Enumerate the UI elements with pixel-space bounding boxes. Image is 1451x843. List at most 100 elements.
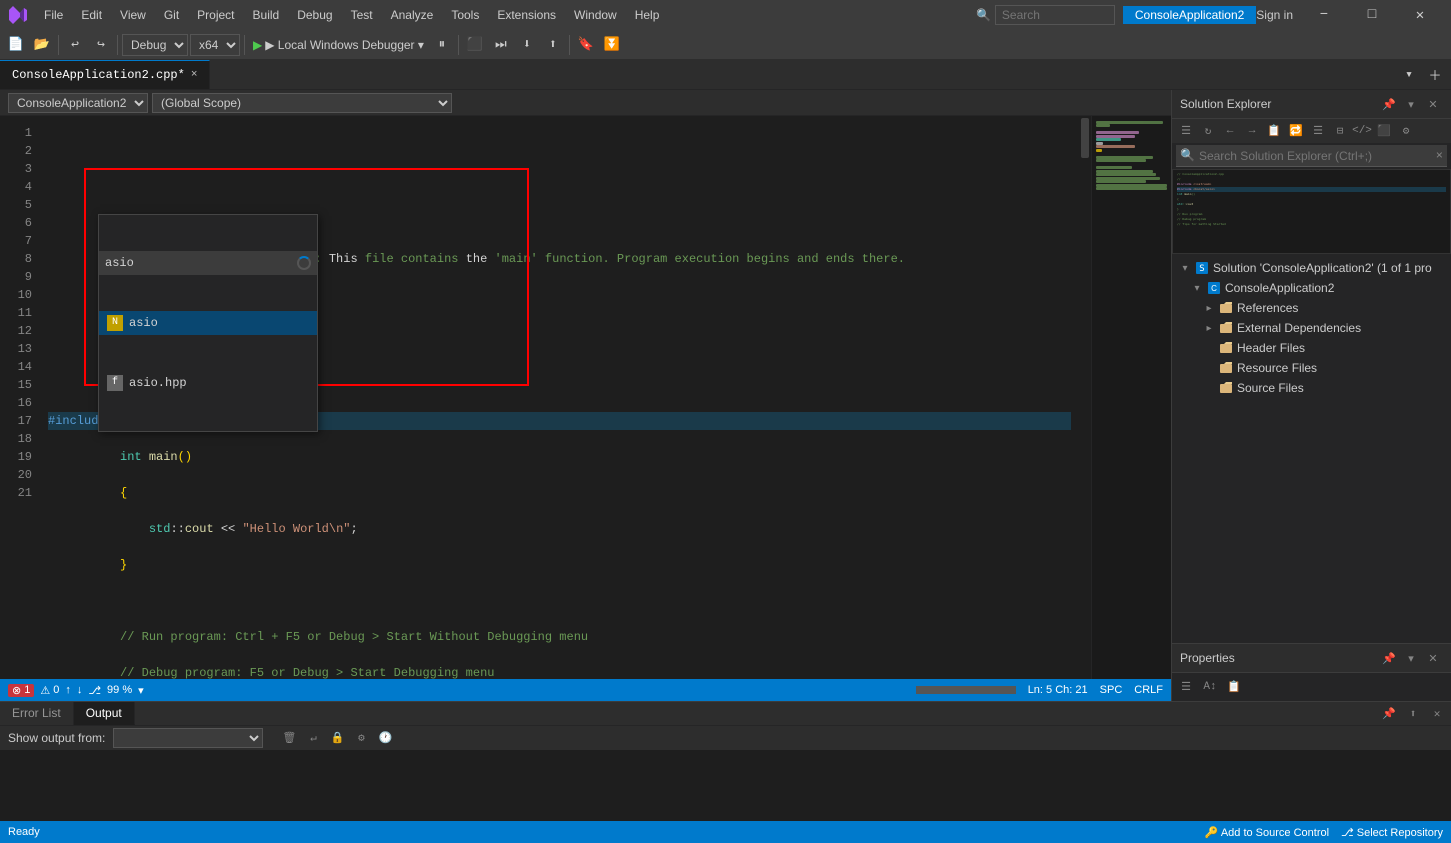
- prop-categories-btn[interactable]: ☰: [1176, 677, 1196, 697]
- panel-pin-btn[interactable]: 📌: [1379, 94, 1399, 114]
- se-toggle-btn[interactable]: 🔁: [1286, 121, 1306, 141]
- code-text-area[interactable]: asio N asio f asio.hpp // ConsoleApplica…: [40, 116, 1079, 679]
- solution-explorer-toolbar: ☰ ↻ ← → 📋 🔁 ☰ ⊟ </> ⬛ ⚙: [1172, 119, 1451, 143]
- menu-help[interactable]: Help: [627, 6, 668, 24]
- file-scope-select[interactable]: ConsoleApplication2: [8, 93, 148, 113]
- tree-item-references[interactable]: ▸ References: [1172, 298, 1451, 318]
- menu-git[interactable]: Git: [156, 6, 187, 24]
- error-list-tab[interactable]: Error List: [0, 702, 74, 725]
- properties-dropdown-btn[interactable]: ▾: [1401, 648, 1421, 668]
- tree-item-resource-files[interactable]: ▸ Resource Files: [1172, 358, 1451, 378]
- prop-pages-btn[interactable]: 📋: [1224, 677, 1244, 697]
- redo-btn[interactable]: ↪: [89, 33, 113, 57]
- panel-header-actions: 📌 ▾ ✕: [1379, 94, 1443, 114]
- bookmark-btn[interactable]: 🔖: [574, 33, 598, 57]
- close-button[interactable]: ✕: [1397, 0, 1443, 30]
- output-scroll-lock-btn[interactable]: 🔒: [327, 728, 347, 748]
- debug-config-dropdown[interactable]: Debug: [122, 34, 188, 56]
- se-pending-changes-btn[interactable]: 📋: [1264, 121, 1284, 141]
- menu-project[interactable]: Project: [189, 6, 242, 24]
- add-to-source-btn[interactable]: 🔑 Add to Source Control: [1205, 826, 1329, 839]
- search-clear-btn[interactable]: ×: [1436, 149, 1443, 163]
- autocomplete-item-asio[interactable]: N asio: [99, 311, 317, 335]
- se-design-view-btn[interactable]: ⬛: [1374, 121, 1394, 141]
- menu-build[interactable]: Build: [245, 6, 288, 24]
- autocomplete-popup[interactable]: asio N asio f asio.hpp: [98, 214, 318, 432]
- output-pin-btn[interactable]: 📌: [1379, 704, 1399, 724]
- menu-file[interactable]: File: [36, 6, 71, 24]
- se-filter-btn[interactable]: ☰: [1308, 121, 1328, 141]
- crlf-label: CRLF: [1134, 684, 1163, 696]
- menu-view[interactable]: View: [112, 6, 154, 24]
- tree-item-external-deps[interactable]: ▸ External Dependencies: [1172, 318, 1451, 338]
- solution-explorer-search[interactable]: 🔍 ×: [1176, 145, 1447, 167]
- new-tab-btn[interactable]: ＋: [1423, 63, 1447, 87]
- editor-scrollbar[interactable]: [1079, 116, 1091, 679]
- breakpoint-btn[interactable]: ⬛: [463, 33, 487, 57]
- tree-item-solution[interactable]: ▾ S Solution 'ConsoleApplication2' (1 of…: [1172, 258, 1451, 278]
- undo-btn[interactable]: ↩: [63, 33, 87, 57]
- down-nav-btn[interactable]: ↓: [77, 684, 83, 696]
- platform-dropdown[interactable]: x64: [190, 34, 240, 56]
- bookmark-next-btn[interactable]: ⏬: [600, 33, 624, 57]
- output-settings-btn[interactable]: ⚙: [351, 728, 371, 748]
- tab-close-btn[interactable]: ×: [191, 69, 198, 81]
- zoom-dropdown-btn[interactable]: ▾: [138, 684, 144, 697]
- maximize-button[interactable]: □: [1349, 0, 1395, 30]
- menu-debug[interactable]: Debug: [289, 6, 340, 24]
- output-clear-btn[interactable]: 🗑: [279, 728, 299, 748]
- autocomplete-item-asio-hpp[interactable]: f asio.hpp: [99, 371, 317, 395]
- code-content[interactable]: 1 2 3 4 5 6 7 8 9 10 11 12 13 14 15 16 1: [0, 116, 1091, 679]
- attach-btn[interactable]: ⏸: [430, 33, 454, 57]
- step-in-btn[interactable]: ⬇: [515, 33, 539, 57]
- se-back-btn[interactable]: ←: [1220, 121, 1240, 141]
- panel-dropdown-btn[interactable]: ▾: [1401, 94, 1421, 114]
- se-forward-btn[interactable]: →: [1242, 121, 1262, 141]
- global-scope-select[interactable]: (Global Scope): [152, 93, 452, 113]
- prop-alpha-btn[interactable]: A↕: [1200, 677, 1220, 697]
- tree-item-source-files[interactable]: ▸ Source Files: [1172, 378, 1451, 398]
- output-tab[interactable]: Output: [74, 702, 135, 725]
- menu-analyze[interactable]: Analyze: [383, 6, 442, 24]
- tab-consoleapplication2-cpp[interactable]: ConsoleApplication2.cpp* ×: [0, 60, 210, 89]
- warning-badge[interactable]: ⚠ 0: [40, 684, 59, 697]
- code-line-11: // Run program: Ctrl + F5 or Debug > Sta…: [120, 630, 588, 644]
- tab-dropdown-btn[interactable]: ▾: [1397, 63, 1421, 87]
- run-button[interactable]: ▶ ▶ Local Windows Debugger ▾: [249, 36, 428, 54]
- open-btn[interactable]: 📂: [30, 33, 54, 57]
- output-close-btn[interactable]: ✕: [1427, 704, 1447, 724]
- up-nav-btn[interactable]: ↑: [65, 684, 71, 696]
- status-left: ⊗ 1 ⚠ 0 ↑ ↓ ⎇ 99 % ▾: [8, 684, 144, 697]
- menu-extensions[interactable]: Extensions: [489, 6, 564, 24]
- se-code-view-btn[interactable]: </>: [1352, 121, 1372, 141]
- tree-item-header-files[interactable]: ▸ Header Files: [1172, 338, 1451, 358]
- se-refresh-btn[interactable]: ↻: [1198, 121, 1218, 141]
- signin-link[interactable]: Sign in: [1256, 8, 1293, 22]
- search-input[interactable]: [995, 5, 1115, 25]
- se-settings-btn[interactable]: ⚙: [1396, 121, 1416, 141]
- code-editor: 1 2 3 4 5 6 7 8 9 10 11 12 13 14 15 16 1: [0, 116, 1171, 679]
- step-over-btn[interactable]: ⏭: [489, 33, 513, 57]
- menu-window[interactable]: Window: [566, 6, 625, 24]
- step-out-btn[interactable]: ⬆: [541, 33, 565, 57]
- new-project-btn[interactable]: 📄: [4, 33, 28, 57]
- se-properties-btn[interactable]: ☰: [1176, 121, 1196, 141]
- properties-pin-btn[interactable]: 📌: [1379, 648, 1399, 668]
- se-collapse-btn[interactable]: ⊟: [1330, 121, 1350, 141]
- output-word-wrap-btn[interactable]: ↵: [303, 728, 323, 748]
- output-source-select[interactable]: [113, 728, 263, 748]
- select-repo-btn[interactable]: ⎇ Select Repository: [1341, 826, 1443, 839]
- output-timestamp-btn[interactable]: 🕐: [375, 728, 395, 748]
- git-branch-btn[interactable]: ⎇: [88, 684, 101, 697]
- solution-search-input[interactable]: [1199, 149, 1436, 163]
- panel-close-btn[interactable]: ✕: [1423, 94, 1443, 114]
- minimize-button[interactable]: −: [1301, 0, 1347, 30]
- properties-close-btn[interactable]: ✕: [1423, 648, 1443, 668]
- tree-item-project[interactable]: ▾ C ConsoleApplication2: [1172, 278, 1451, 298]
- menu-test[interactable]: Test: [343, 6, 381, 24]
- output-float-btn[interactable]: ⬆: [1403, 704, 1423, 724]
- menu-tools[interactable]: Tools: [443, 6, 487, 24]
- menu-edit[interactable]: Edit: [73, 6, 110, 24]
- error-count-badge[interactable]: ⊗ 1: [8, 684, 34, 697]
- properties-panel: Properties 📌 ▾ ✕ ☰ A↕ 📋: [1172, 643, 1451, 701]
